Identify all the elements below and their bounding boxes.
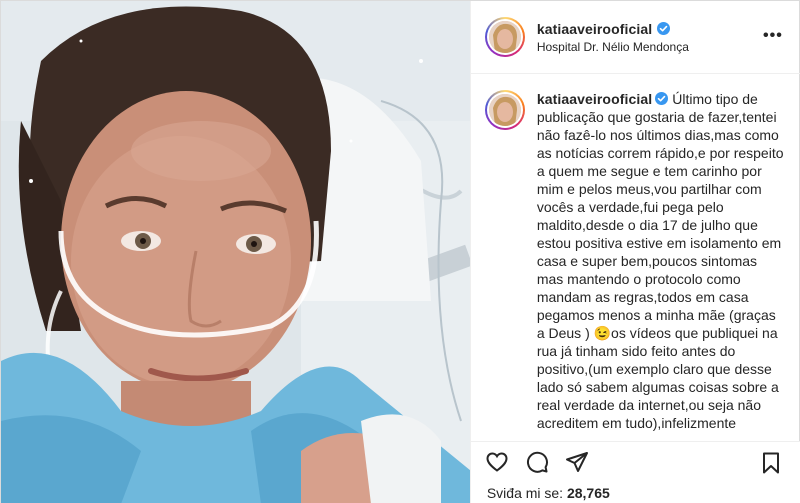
comment-icon[interactable] — [525, 450, 549, 474]
post-username[interactable]: katiaaveirooficial — [537, 21, 652, 37]
caption-body: Último tipo de publicação que gostaria d… — [536, 91, 784, 431]
likes-count[interactable]: Sviđa mi se: 28,765 — [487, 485, 610, 501]
caption-avatar[interactable] — [484, 90, 525, 130]
hospital-selfie-image — [1, 1, 470, 503]
caption-text: katiaaveirooficial Último tipo de publica… — [537, 90, 785, 432]
avatar[interactable] — [484, 17, 525, 57]
caption: katiaaveirooficial Último tipo de publica… — [471, 75, 800, 432]
post-photo[interactable] — [1, 1, 470, 503]
verified-badge-icon — [655, 92, 669, 105]
post-side-panel: katiaaveirooficial Hospital Dr. Nélio Me… — [469, 1, 800, 503]
caption-username[interactable]: katiaaveirooficial — [537, 91, 652, 107]
avatar-image — [488, 94, 521, 126]
likes-prefix: Sviđa mi se: — [486, 485, 564, 501]
post-location[interactable]: Hospital Dr. Nélio Mendonça — [537, 40, 689, 54]
heart-icon[interactable] — [485, 450, 509, 474]
post-actions: Sviđa mi se: 28,765 — [470, 441, 800, 503]
likes-number: 28,765 — [566, 485, 610, 501]
paper-plane-icon[interactable] — [565, 450, 589, 474]
caption-area: katiaaveirooficial Último tipo de publica… — [471, 75, 800, 441]
more-options-icon[interactable]: ••• — [763, 27, 783, 45]
avatar-image — [488, 21, 521, 53]
post-header: katiaaveirooficial Hospital Dr. Nélio Me… — [470, 1, 800, 74]
verified-badge-icon — [657, 22, 671, 35]
bookmark-icon[interactable] — [759, 451, 783, 475]
instagram-post: katiaaveirooficial Hospital Dr. Nélio Me… — [0, 0, 800, 503]
